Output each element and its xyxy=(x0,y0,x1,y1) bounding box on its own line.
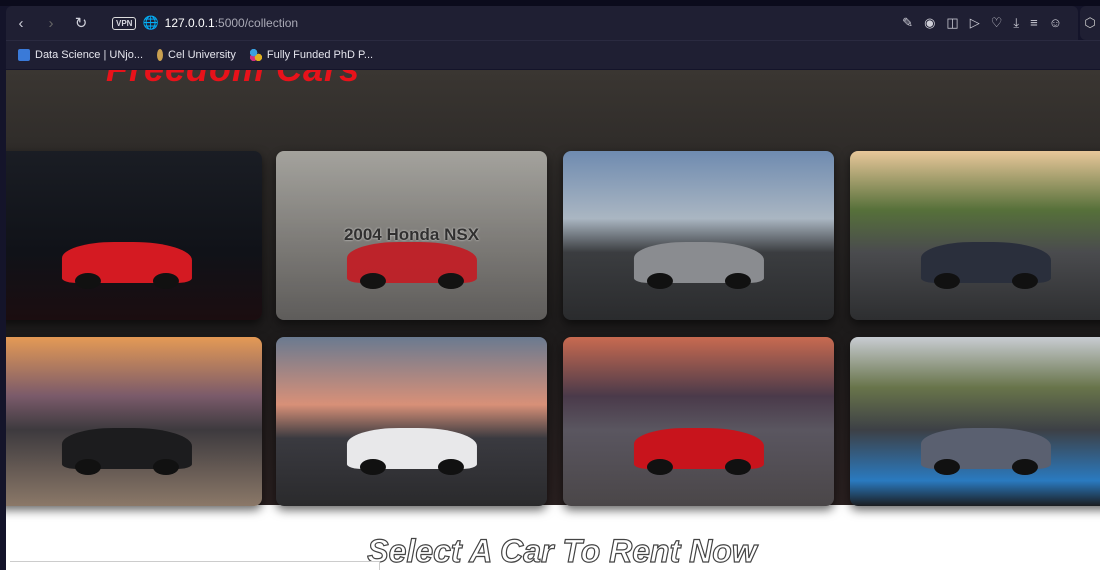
bottom-panel xyxy=(10,561,380,570)
car-image xyxy=(346,428,477,475)
globe-icon: 🌐 xyxy=(142,15,159,30)
bookmark-phd[interactable]: Fully Funded PhD P... xyxy=(249,49,374,61)
car-card[interactable] xyxy=(6,151,262,320)
bookmark-label: Cel University xyxy=(168,49,236,61)
send-icon[interactable]: ▷ xyxy=(970,15,980,31)
bookmark-label: Fully Funded PhD P... xyxy=(266,49,374,61)
shield-icon[interactable]: ◫ xyxy=(946,15,958,31)
bookmark-cel-university[interactable]: Cel University xyxy=(157,49,236,61)
car-image xyxy=(633,242,764,289)
bookmark-label: Data Science | UNjo... xyxy=(35,49,144,61)
car-card[interactable] xyxy=(563,151,834,320)
profile-icon[interactable]: ☺ xyxy=(1049,15,1062,31)
heart-icon[interactable]: ♡ xyxy=(991,15,1003,31)
car-image xyxy=(61,242,192,289)
rings-icon xyxy=(249,49,262,61)
car-image xyxy=(61,428,192,475)
car-card[interactable] xyxy=(850,337,1100,506)
forward-button[interactable]: › xyxy=(38,15,64,32)
car-card[interactable] xyxy=(6,337,262,506)
camera-icon[interactable]: ◉ xyxy=(924,15,935,31)
car-image xyxy=(633,428,764,475)
url-host: 127.0.0.1 xyxy=(164,16,215,30)
extensions-cube-icon[interactable]: ⬡ xyxy=(1080,6,1100,40)
reload-button[interactable]: ↻ xyxy=(68,14,94,32)
pin-icon xyxy=(157,49,164,61)
settings-sliders-icon[interactable]: ≡ xyxy=(1030,15,1038,31)
edit-icon[interactable]: ✎ xyxy=(902,15,913,31)
back-button[interactable]: ‹ xyxy=(8,15,34,32)
car-card[interactable] xyxy=(276,337,547,506)
car-image xyxy=(920,428,1051,475)
bookmark-data-science[interactable]: Data Science | UNjo... xyxy=(18,49,143,61)
bookmarks-bar: Data Science | UNjo... Cel University Fu… xyxy=(6,40,1100,69)
car-card[interactable]: 2004 Honda NSX xyxy=(276,151,547,320)
car-name-label: 2004 Honda NSX xyxy=(343,225,480,244)
page-content: Freedom Cars 2004 Honda NSX Select A Car… xyxy=(6,70,1100,570)
car-image xyxy=(920,242,1051,289)
car-image xyxy=(346,242,477,289)
download-icon[interactable]: ⤓ xyxy=(1013,15,1019,31)
unjobs-icon xyxy=(18,49,30,61)
vpn-badge[interactable]: VPN xyxy=(112,16,137,30)
site-logo[interactable]: Freedom Cars xyxy=(106,70,360,90)
car-card[interactable] xyxy=(850,151,1100,320)
url-path: :5000/collection xyxy=(214,16,299,30)
address-bar[interactable]: 127.0.0.1:5000/collection xyxy=(165,16,298,30)
browser-toolbar: ‹ › ↻ VPN 🌐 127.0.0.1:5000/collection ✎ … xyxy=(6,6,1078,40)
car-card[interactable] xyxy=(563,337,834,506)
